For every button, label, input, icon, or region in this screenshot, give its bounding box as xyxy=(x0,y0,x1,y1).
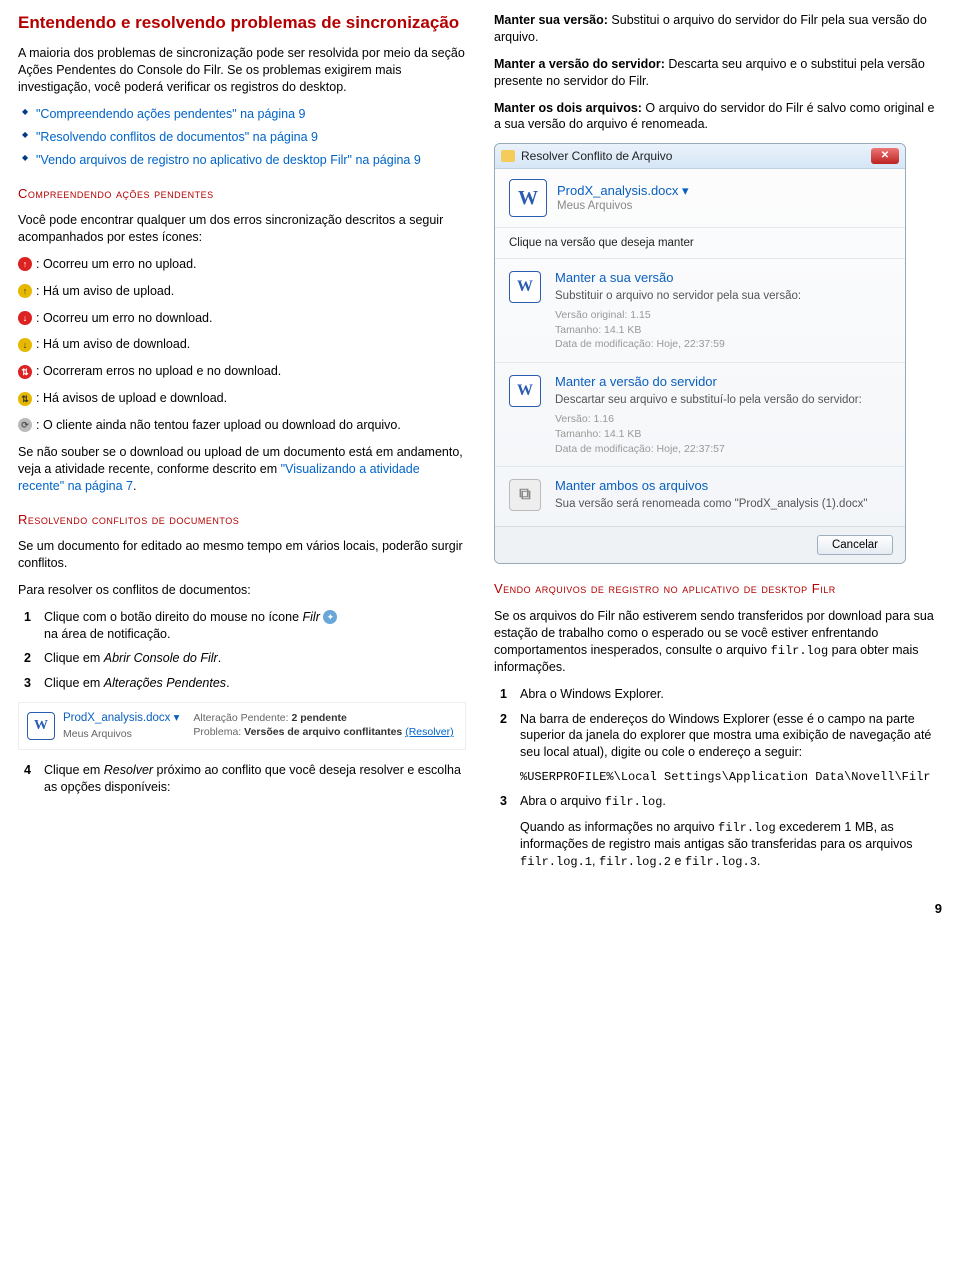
heading-view-logs: Vendo arquivos de registro no aplicativo… xyxy=(494,580,942,598)
dialog-prompt: Clique na versão que deseja manter xyxy=(495,227,905,258)
option-keep-yours: Manter sua versão: Substitui o arquivo d… xyxy=(494,12,942,46)
dialog-option-keep-both[interactable]: ⧉ Manter ambos os arquivos Sua versão se… xyxy=(495,466,905,526)
word-doc-icon: W xyxy=(509,375,541,407)
pending-intro: Você pode encontrar qualquer um dos erro… xyxy=(18,212,466,246)
step-3: Clique em Alterações Pendentes. xyxy=(44,675,466,692)
heading-pending-actions: Compreendendo ações pendentes xyxy=(18,185,466,203)
log-step-2: Na barra de endereços do Windows Explore… xyxy=(520,711,942,786)
heading-resolve-conflicts: Resolvendo conflitos de documentos xyxy=(18,511,466,529)
page-number: 9 xyxy=(18,900,942,918)
status-text-1: : Ocorreu um erro no upload. xyxy=(36,256,197,273)
word-doc-icon: W xyxy=(27,712,55,740)
dialog-app-icon xyxy=(501,150,515,162)
status-text-7: : O cliente ainda não tentou fazer uploa… xyxy=(36,417,401,434)
both-error-icon: ⇅ xyxy=(18,365,32,379)
page-title: Entendendo e resolvendo problemas de sin… xyxy=(18,12,466,33)
conflict-steps-lead: Para resolver os conflitos de documentos… xyxy=(18,582,466,599)
dialog-option-keep-yours[interactable]: W Manter a sua versão Substituir o arqui… xyxy=(495,258,905,362)
download-warn-icon: ↓ xyxy=(18,338,32,352)
cancel-button[interactable]: Cancelar xyxy=(817,535,893,555)
dialog-word-icon: W xyxy=(509,179,547,217)
log-path: %USERPROFILE%\Local Settings\Application… xyxy=(520,769,942,785)
not-synced-icon: ⟳ xyxy=(18,418,32,432)
dialog-filename[interactable]: ProdX_analysis.docx ▾ xyxy=(557,182,689,200)
word-doc-icon: W xyxy=(509,271,541,303)
listing-location: Meus Arquivos xyxy=(63,727,179,741)
close-icon[interactable]: ✕ xyxy=(871,148,899,164)
toc-link-1[interactable]: "Compreendendo ações pendentes" na págin… xyxy=(36,107,306,121)
both-warn-icon: ⇅ xyxy=(18,392,32,406)
toc-link-2[interactable]: "Resolvendo conflitos de documentos" na … xyxy=(36,130,318,144)
intro-paragraph: A maioria dos problemas de sincronização… xyxy=(18,45,466,96)
download-error-icon: ↓ xyxy=(18,311,32,325)
logs-intro: Se os arquivos do Filr não estiverem sen… xyxy=(494,608,942,676)
log-step-1: Abra o Windows Explorer. xyxy=(520,686,942,703)
dialog-title: Resolver Conflito de Arquivo xyxy=(521,148,672,164)
filr-tray-icon: ✦ xyxy=(323,610,337,624)
option-keep-server: Manter a versão do servidor: Descarta se… xyxy=(494,56,942,90)
option-keep-both: Manter os dois arquivos: O arquivo do se… xyxy=(494,100,942,134)
dialog-location: Meus Arquivos xyxy=(557,199,689,215)
step-4: Clique em Resolver próximo ao conflito q… xyxy=(44,762,466,796)
resolver-link[interactable]: (Resolver) xyxy=(405,726,453,738)
docs-stack-icon: ⧉ xyxy=(509,479,541,511)
upload-error-icon: ↑ xyxy=(18,257,32,271)
status-text-3: : Ocorreu um erro no download. xyxy=(36,310,212,327)
conflict-intro: Se um documento for editado ao mesmo tem… xyxy=(18,538,466,572)
upload-warn-icon: ↑ xyxy=(18,284,32,298)
status-text-2: : Há um aviso de upload. xyxy=(36,283,174,300)
log-step-3: Abra o arquivo filr.log. Quando as infor… xyxy=(520,793,942,869)
listing-filename[interactable]: ProdX_analysis.docx ▾ xyxy=(63,711,179,727)
status-text-4: : Há um aviso de download. xyxy=(36,336,190,353)
activity-hint: Se não souber se o download ou upload de… xyxy=(18,444,466,495)
resolve-conflict-dialog: Resolver Conflito de Arquivo ✕ W ProdX_a… xyxy=(494,143,906,564)
toc-link-3[interactable]: "Vendo arquivos de registro no aplicativ… xyxy=(36,153,421,167)
step-1: Clique com o botão direito do mouse no í… xyxy=(44,609,466,643)
status-text-5: : Ocorreram erros no upload e no downloa… xyxy=(36,363,281,380)
step-2: Clique em Abrir Console do Filr. xyxy=(44,650,466,667)
toc-list: "Compreendendo ações pendentes" na págin… xyxy=(18,106,466,169)
status-text-6: : Há avisos de upload e download. xyxy=(36,390,227,407)
dialog-option-keep-server[interactable]: W Manter a versão do servidor Descartar … xyxy=(495,362,905,466)
pending-item-listing: W ProdX_analysis.docx ▾ Meus Arquivos Al… xyxy=(18,702,466,750)
